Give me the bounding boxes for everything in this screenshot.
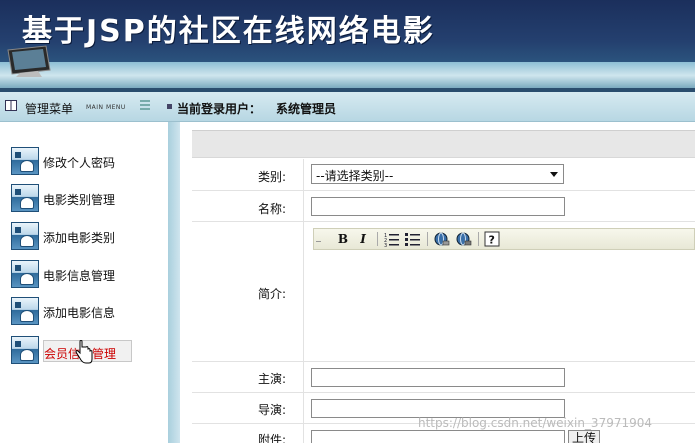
movie-form <box>192 130 695 158</box>
category-select-value: --请选择类别-- <box>316 169 394 183</box>
upload-button[interactable]: 上传 <box>568 430 600 443</box>
link-icon[interactable] <box>434 231 450 247</box>
top-nav-bar: 管理菜单 MAIN MENU <box>0 92 695 122</box>
admin-tool-icon <box>11 222 39 250</box>
category-label: 类别: <box>257 170 286 184</box>
sidebar-divider <box>168 122 180 443</box>
row-name: 名称: <box>192 191 695 222</box>
row-actors: 主演: <box>192 362 695 393</box>
sidebar-item-category-manage[interactable]: 电影类别管理 <box>11 184 151 214</box>
sidebar-item-movie-manage[interactable]: 电影信息管理 <box>11 260 151 290</box>
actors-input[interactable] <box>311 368 565 387</box>
director-label: 导演: <box>257 403 286 417</box>
bold-button[interactable]: B <box>336 231 350 247</box>
menu-subtitle: MAIN MENU <box>86 104 126 111</box>
ordered-list-icon[interactable]: 123 <box>384 231 400 247</box>
unordered-list-icon[interactable] <box>405 231 421 247</box>
actors-label: 主演: <box>257 372 286 386</box>
form-header-bar <box>192 130 695 158</box>
sidebar-item-label[interactable]: 添加电影类别 <box>43 229 115 246</box>
rich-text-editor[interactable]: B I 123 ? <box>305 222 695 361</box>
menu-title: 管理菜单 <box>25 102 74 116</box>
attachment-input[interactable] <box>311 430 565 443</box>
menu-icon <box>5 100 17 111</box>
name-input[interactable] <box>311 197 565 216</box>
admin-tool-icon <box>11 260 39 288</box>
watermark: https://blog.csdn.net/weixin_37971904 <box>418 416 653 430</box>
sidebar-item-add-movie[interactable]: 添加电影信息 <box>11 297 151 327</box>
admin-tool-icon <box>11 147 39 175</box>
name-label: 名称: <box>257 202 286 216</box>
italic-button[interactable]: I <box>356 231 370 247</box>
editor-toolbar: B I 123 ? <box>313 228 695 250</box>
sidebar-item-change-password[interactable]: 修改个人密码 <box>11 147 151 177</box>
admin-tool-icon <box>11 297 39 325</box>
admin-tool-icon <box>11 336 39 364</box>
unlink-icon[interactable] <box>456 231 472 247</box>
category-select[interactable]: --请选择类别-- <box>311 164 564 184</box>
sidebar-item-add-category[interactable]: 添加电影类别 <box>11 222 151 252</box>
intro-label: 简介: <box>257 287 286 301</box>
bullet-icon <box>167 104 172 109</box>
header-banner: 基于JSP的社区在线网络电影 <box>0 0 695 92</box>
svg-text:?: ? <box>489 234 495 247</box>
admin-tool-icon <box>11 184 39 212</box>
menu-lines-icon <box>140 100 150 110</box>
current-user-label: 当前登录用户： <box>177 102 262 116</box>
svg-text:3: 3 <box>384 243 387 247</box>
sidebar-item-label[interactable]: 修改个人密码 <box>43 154 115 171</box>
hand-cursor-icon <box>75 340 93 364</box>
dropdown-arrow-icon <box>550 172 558 177</box>
sidebar-item-label[interactable]: 添加电影信息 <box>43 304 115 321</box>
site-title: 基于JSP的社区在线网络电影 <box>22 14 435 49</box>
row-category: 类别: --请选择类别-- <box>192 159 695 191</box>
help-icon[interactable]: ? <box>484 231 500 247</box>
sidebar-item-label[interactable]: 电影类别管理 <box>43 191 115 208</box>
row-intro: 简介: B I 123 ? <box>192 222 695 362</box>
attachment-label: 附件: <box>257 433 286 443</box>
sidebar-item-label[interactable]: 电影信息管理 <box>43 267 115 284</box>
current-user-name: 系统管理员 <box>276 102 337 116</box>
